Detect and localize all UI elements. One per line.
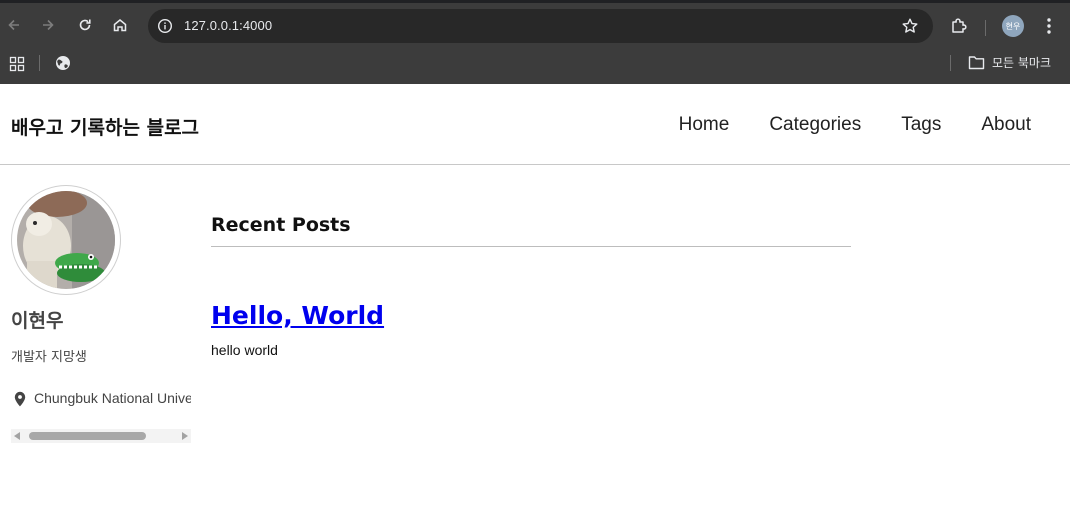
toolbar-divider — [985, 20, 986, 36]
author-location-text: Chungbuk National University — [34, 390, 191, 406]
author-location: Chungbuk National University — [11, 389, 191, 409]
bookmarks-divider — [950, 55, 951, 71]
nav-categories[interactable]: Categories — [769, 114, 861, 136]
nav-about[interactable]: About — [981, 114, 1031, 136]
tab-strip — [0, 0, 1070, 3]
extensions-icon[interactable] — [949, 16, 969, 36]
scroll-right-icon[interactable] — [182, 432, 188, 440]
post-title-link[interactable]: Hello, World — [211, 301, 384, 330]
location-pin-icon — [13, 391, 27, 407]
folder-icon[interactable] — [968, 55, 985, 70]
browser-toolbar: 127.0.0.1:4000 현우 — [0, 4, 1070, 48]
bookmark-star-icon[interactable] — [901, 17, 919, 35]
reload-icon[interactable] — [72, 12, 98, 38]
horizontal-scrollbar[interactable] — [11, 429, 191, 443]
back-icon[interactable] — [1, 12, 27, 38]
all-bookmarks-label[interactable]: 모든 북마크 — [992, 54, 1051, 71]
site-nav: Home Categories Tags About — [679, 114, 1031, 136]
address-bar[interactable]: 127.0.0.1:4000 — [148, 9, 933, 43]
forward-icon[interactable] — [35, 12, 61, 38]
browser-chrome: 127.0.0.1:4000 현우 모든 북마크 — [0, 0, 1070, 84]
site-info-icon[interactable] — [156, 17, 174, 35]
avatar — [11, 185, 121, 295]
recent-posts-heading: Recent Posts — [211, 214, 351, 236]
bookmarks-bar: 모든 북마크 — [0, 48, 1070, 78]
section-divider — [211, 246, 851, 247]
author-name: 이현우 — [11, 310, 64, 332]
site-title[interactable]: 배우고 기록하는 블로그 — [11, 113, 199, 140]
home-icon[interactable] — [107, 12, 133, 38]
globe-icon[interactable] — [55, 55, 71, 71]
address-bar-url[interactable]: 127.0.0.1:4000 — [184, 18, 272, 33]
scroll-left-icon[interactable] — [14, 432, 20, 440]
apps-grid-icon[interactable] — [9, 56, 25, 72]
author-bio: 개발자 지망생 — [11, 350, 87, 365]
nav-tags[interactable]: Tags — [901, 114, 941, 136]
scrollbar-thumb[interactable] — [29, 432, 146, 440]
bookmarks-divider — [39, 55, 40, 71]
profile-avatar[interactable]: 현우 — [1002, 15, 1024, 37]
nav-home[interactable]: Home — [679, 114, 730, 136]
kebab-menu-icon[interactable] — [1040, 16, 1058, 36]
site-header: 배우고 기록하는 블로그 Home Categories Tags About — [0, 84, 1070, 165]
post-excerpt: hello world — [211, 342, 278, 358]
